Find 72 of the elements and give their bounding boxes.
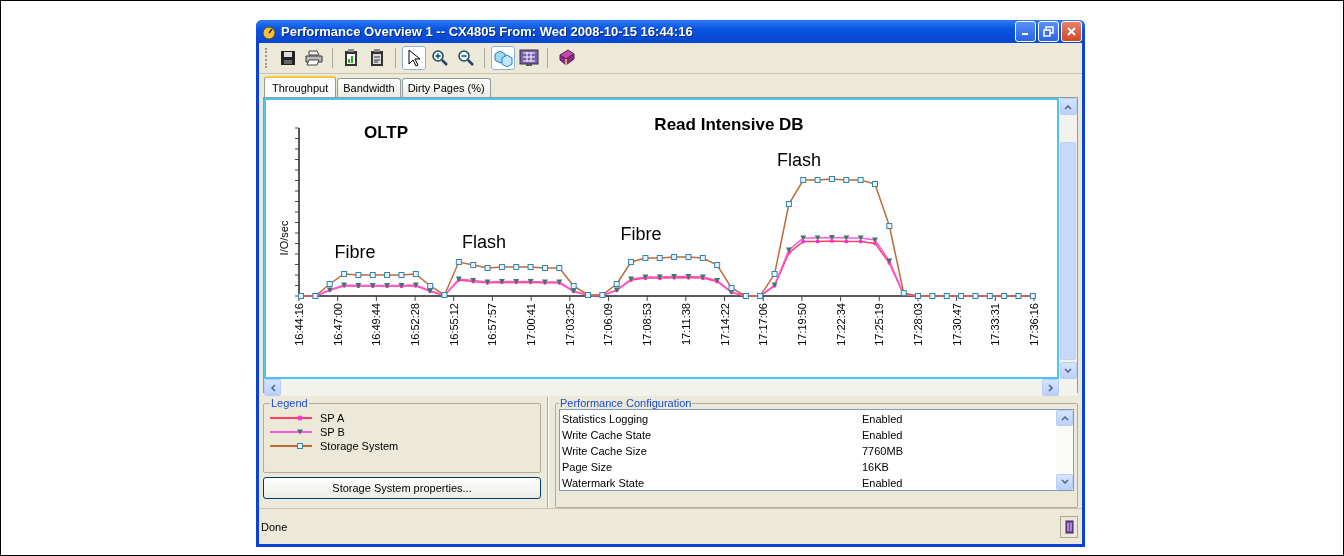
axis-label: 17:17:06 bbox=[757, 303, 770, 346]
scroll-right-button[interactable] bbox=[1042, 379, 1059, 396]
setting-name: Page Size bbox=[562, 461, 614, 473]
clipboard-chart-icon bbox=[344, 49, 358, 67]
axis-label: 16:55:12 bbox=[447, 303, 460, 346]
setting-value: Enabled bbox=[862, 477, 903, 489]
chart-heading: OLTP bbox=[363, 123, 409, 142]
legend-label: SP A bbox=[320, 412, 345, 424]
setting-value: Enabled bbox=[862, 429, 903, 441]
window-title: Performance Overview 1 -- CX4805 From: Wed 2008-10-15 16:44:16 bbox=[281, 24, 694, 39]
setting-name: Watermark State bbox=[562, 477, 646, 489]
axis-label: 16:57:57 bbox=[486, 303, 499, 346]
setting-name: Statistics Logging bbox=[562, 413, 650, 425]
restore-button[interactable] bbox=[1038, 21, 1059, 42]
chart-heading: Read Intensive DB bbox=[654, 115, 804, 134]
app-icon bbox=[261, 23, 277, 40]
tab[interactable]: Dirty Pages (%) bbox=[401, 78, 491, 97]
axis-label: 16:52:28 bbox=[409, 303, 422, 346]
setting-value: 7760MB bbox=[862, 445, 903, 457]
axis-label: 17:33:31 bbox=[989, 303, 1002, 346]
scrollbar-thumb[interactable] bbox=[1060, 142, 1076, 360]
chart-annotation: Flash bbox=[777, 150, 821, 170]
scroll-down-button[interactable] bbox=[1056, 474, 1073, 490]
setting-name: Write Cache Size bbox=[562, 445, 648, 457]
axis-label: 17:08:53 bbox=[641, 303, 654, 346]
tab[interactable]: Throughput bbox=[264, 76, 337, 97]
toolbar-button[interactable] bbox=[402, 46, 426, 70]
setting-name: Write Cache State bbox=[562, 429, 653, 441]
axis-label: 17:22:34 bbox=[834, 303, 847, 346]
printer-icon bbox=[305, 50, 323, 66]
legend-label: SP B bbox=[320, 426, 345, 438]
legend-label: Storage System bbox=[320, 440, 399, 452]
axis-label: 17:06:09 bbox=[602, 303, 615, 346]
axis-label: 17:19:50 bbox=[795, 303, 808, 346]
axis-label: 17:28:03 bbox=[911, 303, 924, 346]
axis-label: 17:36:16 bbox=[1028, 303, 1040, 346]
axis-label: 17:11:38 bbox=[679, 303, 692, 345]
properties-button[interactable]: Storage System properties... bbox=[263, 477, 541, 499]
zoom-out-icon bbox=[457, 49, 475, 67]
scroll-left-button[interactable] bbox=[264, 379, 281, 396]
axis-label: 17:03:25 bbox=[563, 303, 576, 346]
scroll-up-button[interactable] bbox=[1059, 98, 1077, 115]
status-text: Done bbox=[261, 520, 288, 533]
axis-label: 16:44:16 bbox=[293, 303, 305, 346]
zoom-in-icon bbox=[431, 49, 449, 67]
help-book-icon bbox=[557, 49, 575, 67]
axis-label: 17:14:22 bbox=[718, 303, 731, 346]
close-button[interactable] bbox=[1061, 21, 1082, 42]
chart-annotation: Fibre bbox=[620, 224, 662, 244]
chart-annotation: Fibre bbox=[334, 242, 376, 262]
scroll-down-button[interactable] bbox=[1059, 362, 1077, 379]
restore-icon bbox=[1043, 26, 1054, 37]
clipboard-icon bbox=[370, 49, 384, 67]
axis-label: 17:30:47 bbox=[950, 303, 963, 346]
monitor-grid-icon bbox=[519, 49, 539, 67]
panel-title: Legend bbox=[270, 397, 309, 409]
cubes-icon bbox=[493, 49, 513, 67]
tab[interactable]: Bandwidth bbox=[337, 78, 401, 97]
axis-label: 17:00:41 bbox=[525, 303, 538, 346]
panel-title: Performance Configuration bbox=[559, 397, 693, 409]
axis-label: 16:49:44 bbox=[370, 303, 383, 346]
chart-annotation: Flash bbox=[462, 232, 506, 252]
axis-title: I/O/sec bbox=[278, 220, 290, 256]
setting-value: 16KB bbox=[862, 461, 889, 473]
close-icon bbox=[1066, 26, 1077, 37]
setting-value: Enabled bbox=[862, 413, 903, 425]
minimize-button[interactable] bbox=[1015, 21, 1036, 42]
scroll-up-button[interactable] bbox=[1056, 410, 1073, 426]
axis-label: 17:25:19 bbox=[873, 303, 886, 346]
door-icon bbox=[1064, 519, 1074, 534]
axis-label: 16:47:00 bbox=[331, 303, 344, 346]
pointer-icon bbox=[407, 49, 421, 67]
